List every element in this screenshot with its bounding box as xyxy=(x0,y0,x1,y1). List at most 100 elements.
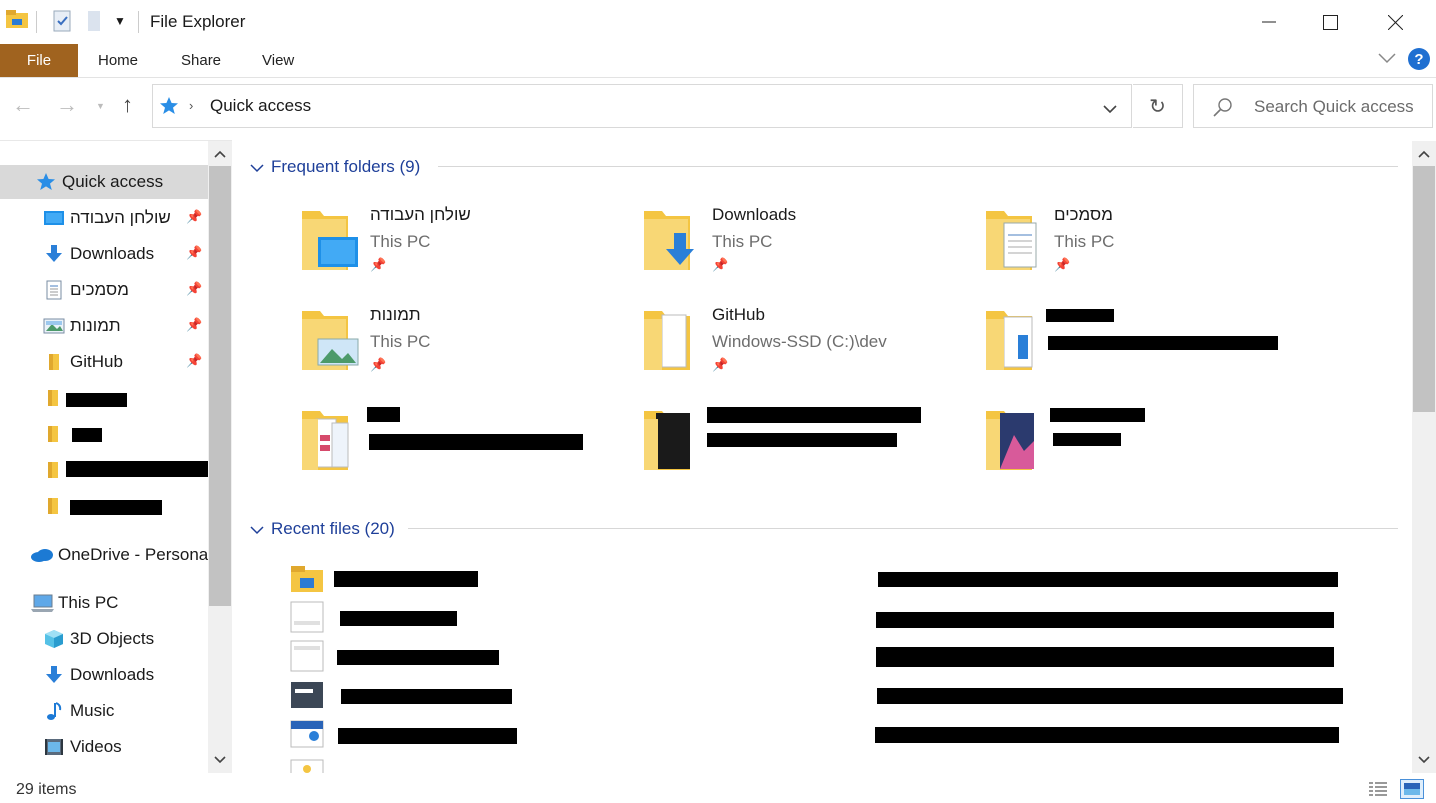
nav-item-videos[interactable]: Videos xyxy=(0,730,208,764)
star-icon xyxy=(34,172,58,192)
nav-this-pc[interactable]: This PC xyxy=(0,586,208,620)
window-title: File Explorer xyxy=(150,12,246,31)
back-button[interactable]: ← xyxy=(12,92,34,118)
tile-location: This PC xyxy=(1054,232,1115,251)
content-scrollbar-thumb[interactable] xyxy=(1413,166,1435,412)
list-item[interactable] xyxy=(288,640,1398,674)
folder-tile-redacted[interactable] xyxy=(984,405,1304,485)
redacted-file-name xyxy=(334,571,478,587)
scroll-down-icon[interactable] xyxy=(1412,750,1436,770)
folder-tile-redacted[interactable] xyxy=(642,405,962,485)
nav-onedrive[interactable]: OneDrive - Persona xyxy=(0,538,208,572)
folder-tile-redacted[interactable] xyxy=(984,305,1304,385)
nav-label: Downloads xyxy=(70,665,155,684)
pin-icon: 📌 xyxy=(186,281,203,296)
item-count: 29 items xyxy=(16,781,77,798)
scroll-up-icon[interactable] xyxy=(1412,144,1436,164)
file-icon xyxy=(290,759,324,773)
redacted-location xyxy=(1053,433,1121,446)
folder-tile-redacted[interactable] xyxy=(300,405,620,485)
breadcrumb-chevron-icon[interactable]: › xyxy=(189,98,193,113)
minimize-button[interactable] xyxy=(1240,0,1298,44)
redacted-nav-label[interactable] xyxy=(66,393,127,407)
redacted-nav-label[interactable] xyxy=(72,428,102,442)
folder-tile-downloads[interactable]: Downloads This PC 📌 xyxy=(642,205,962,285)
download-icon xyxy=(42,665,66,685)
redacted-file-path xyxy=(876,612,1334,628)
title-separator xyxy=(138,11,139,33)
new-folder-icon[interactable] xyxy=(86,10,102,37)
collapse-chevron-icon[interactable] xyxy=(250,522,264,540)
redacted-nav-label[interactable] xyxy=(66,461,208,477)
computer-icon xyxy=(30,593,54,613)
tab-view[interactable]: View xyxy=(262,52,294,69)
pin-icon: 📌 xyxy=(186,353,203,368)
tile-name: מסמכים xyxy=(1054,205,1113,224)
redacted-name xyxy=(707,407,921,423)
close-button[interactable] xyxy=(1366,0,1424,44)
expand-ribbon-icon[interactable] xyxy=(1378,51,1396,69)
customize-toolbar-icon[interactable]: ▼ xyxy=(114,14,126,28)
forward-button[interactable]: → xyxy=(56,92,78,118)
tile-location: This PC xyxy=(370,232,431,251)
tab-home[interactable]: Home xyxy=(98,52,138,69)
folder-tile-desktop[interactable]: שולחן העבודה This PC 📌 xyxy=(300,205,620,285)
nav-item-desktop[interactable]: שולחן העבודה xyxy=(0,201,208,235)
recent-locations-chevron-icon[interactable]: ▼ xyxy=(96,101,105,111)
nav-label: Quick access xyxy=(62,172,164,191)
list-item[interactable] xyxy=(288,718,1398,752)
folder-tile-pictures[interactable]: תמונות This PC 📌 xyxy=(300,305,620,385)
file-explorer-icon[interactable] xyxy=(6,10,28,30)
scroll-down-icon[interactable] xyxy=(208,750,232,770)
nav-item-documents[interactable]: מסמכים xyxy=(0,273,208,307)
properties-icon[interactable] xyxy=(52,10,72,37)
collapse-chevron-icon[interactable] xyxy=(250,160,264,178)
recent-files-header[interactable]: Recent files (20) xyxy=(271,519,395,539)
folder-tile-documents[interactable]: מסמכים This PC 📌 xyxy=(984,205,1304,285)
nav-item-downloads[interactable]: Downloads xyxy=(0,237,208,271)
breadcrumb[interactable]: Quick access xyxy=(210,96,311,116)
help-icon[interactable]: ? xyxy=(1408,48,1430,70)
nav-item-pictures[interactable]: תמונות xyxy=(0,309,208,343)
tab-share[interactable]: Share xyxy=(181,52,221,69)
tab-file[interactable]: File xyxy=(0,44,78,77)
nav-scrollbar-thumb[interactable] xyxy=(209,166,231,606)
refresh-button[interactable]: ↻ xyxy=(1133,84,1183,128)
details-view-icon[interactable] xyxy=(1367,780,1389,803)
videos-icon xyxy=(42,737,66,757)
nav-quick-access[interactable]: Quick access xyxy=(0,165,208,199)
maximize-button[interactable] xyxy=(1301,0,1359,44)
wallpaper-folder-icon xyxy=(986,411,1034,470)
nav-item-music[interactable]: Music xyxy=(0,694,208,728)
screenshot-file-icon xyxy=(290,720,324,748)
nav-label: תמונות xyxy=(70,316,121,335)
up-button[interactable]: ↑ xyxy=(122,92,133,118)
redacted-name xyxy=(367,407,400,422)
nav-item-pc-downloads[interactable]: Downloads xyxy=(0,658,208,692)
redacted-nav-label[interactable] xyxy=(70,500,162,515)
list-item[interactable] xyxy=(288,601,1398,635)
nav-item-3d-objects[interactable]: 3D Objects xyxy=(0,622,208,656)
list-item[interactable] xyxy=(288,757,1398,773)
nav-label: 3D Objects xyxy=(70,629,155,648)
documents-folder-icon xyxy=(986,211,1037,270)
status-bar xyxy=(0,773,1436,802)
pin-icon: 📌 xyxy=(186,209,203,224)
list-item[interactable] xyxy=(288,562,1398,596)
scroll-up-icon[interactable] xyxy=(208,144,232,164)
desktop-icon xyxy=(42,208,66,228)
folder-tile-github[interactable]: GitHub Windows-SSD (C:)\dev 📌 xyxy=(642,305,962,385)
nav-item-github[interactable]: GitHub xyxy=(0,345,208,379)
address-dropdown-icon[interactable] xyxy=(1103,101,1117,119)
list-item[interactable] xyxy=(288,679,1398,713)
nav-label: מסמכים xyxy=(70,280,129,299)
redacted-location xyxy=(1048,336,1278,350)
redacted-file-name xyxy=(338,728,517,744)
redacted-file-path xyxy=(875,727,1339,743)
folder-icon xyxy=(45,460,61,485)
screenshot-file-icon xyxy=(290,601,324,633)
pin-icon: 📌 xyxy=(712,257,729,272)
pin-icon: 📌 xyxy=(1054,257,1071,272)
frequent-folders-header[interactable]: Frequent folders (9) xyxy=(271,157,420,177)
large-icons-view-icon[interactable] xyxy=(1400,779,1424,799)
